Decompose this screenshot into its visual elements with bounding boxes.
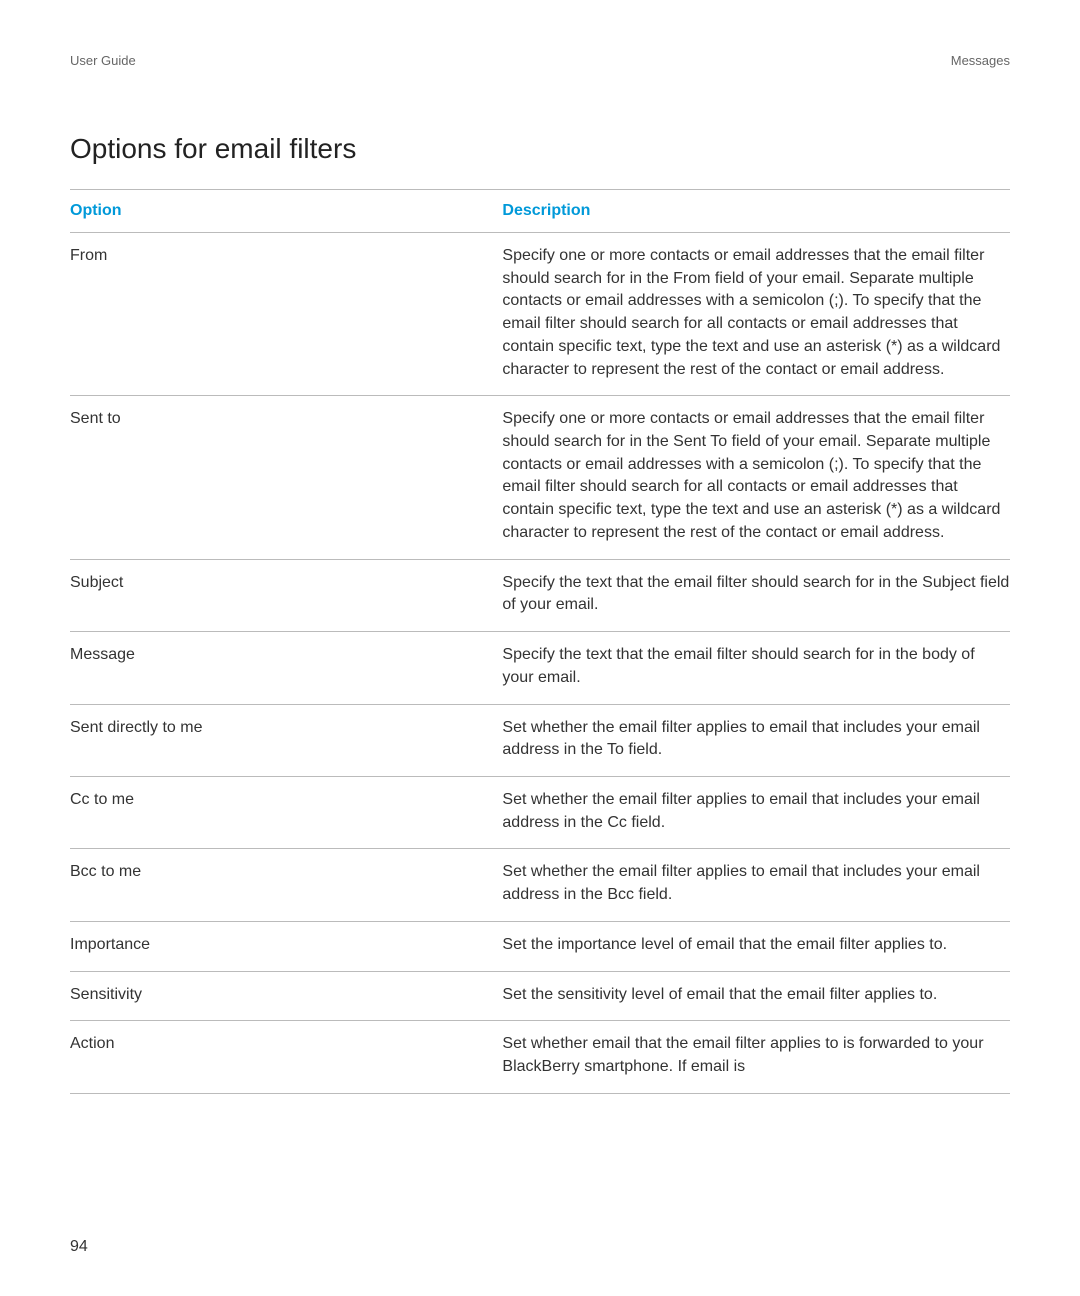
option-description: Set whether email that the email filter … <box>502 1021 1010 1093</box>
table-row: Sent directly to me Set whether the emai… <box>70 704 1010 776</box>
table-row: Bcc to me Set whether the email filter a… <box>70 849 1010 921</box>
table-row: Sensitivity Set the sensitivity level of… <box>70 971 1010 1021</box>
table-row: Subject Specify the text that the email … <box>70 559 1010 631</box>
table-row: Importance Set the importance level of e… <box>70 921 1010 971</box>
option-label: From <box>70 233 502 396</box>
table-body: From Specify one or more contacts or ema… <box>70 233 1010 1094</box>
page-title: Options for email filters <box>70 133 1010 165</box>
option-description: Set whether the email filter applies to … <box>502 704 1010 776</box>
option-label: Subject <box>70 559 502 631</box>
option-label: Sensitivity <box>70 971 502 1021</box>
option-label: Cc to me <box>70 776 502 848</box>
option-label: Message <box>70 632 502 704</box>
option-description: Set whether the email filter applies to … <box>502 776 1010 848</box>
header-left: User Guide <box>70 53 136 68</box>
options-table: Option Description From Specify one or m… <box>70 189 1010 1094</box>
option-description: Specify one or more contacts or email ad… <box>502 396 1010 559</box>
option-description: Specify one or more contacts or email ad… <box>502 233 1010 396</box>
option-description: Specify the text that the email filter s… <box>502 559 1010 631</box>
table-row: From Specify one or more contacts or ema… <box>70 233 1010 396</box>
table-row: Cc to me Set whether the email filter ap… <box>70 776 1010 848</box>
option-label: Sent directly to me <box>70 704 502 776</box>
option-label: Bcc to me <box>70 849 502 921</box>
table-row: Message Specify the text that the email … <box>70 632 1010 704</box>
option-label: Action <box>70 1021 502 1093</box>
option-label: Sent to <box>70 396 502 559</box>
table-header-row: Option Description <box>70 190 1010 233</box>
header-option: Option <box>70 190 502 233</box>
option-description: Specify the text that the email filter s… <box>502 632 1010 704</box>
option-description: Set the importance level of email that t… <box>502 921 1010 971</box>
header-right: Messages <box>951 53 1010 68</box>
page-number: 94 <box>70 1238 88 1256</box>
header-description: Description <box>502 190 1010 233</box>
option-description: Set the sensitivity level of email that … <box>502 971 1010 1021</box>
option-description: Set whether the email filter applies to … <box>502 849 1010 921</box>
option-label: Importance <box>70 921 502 971</box>
page-header: User Guide Messages <box>70 53 1010 68</box>
table-row: Sent to Specify one or more contacts or … <box>70 396 1010 559</box>
table-row: Action Set whether email that the email … <box>70 1021 1010 1093</box>
